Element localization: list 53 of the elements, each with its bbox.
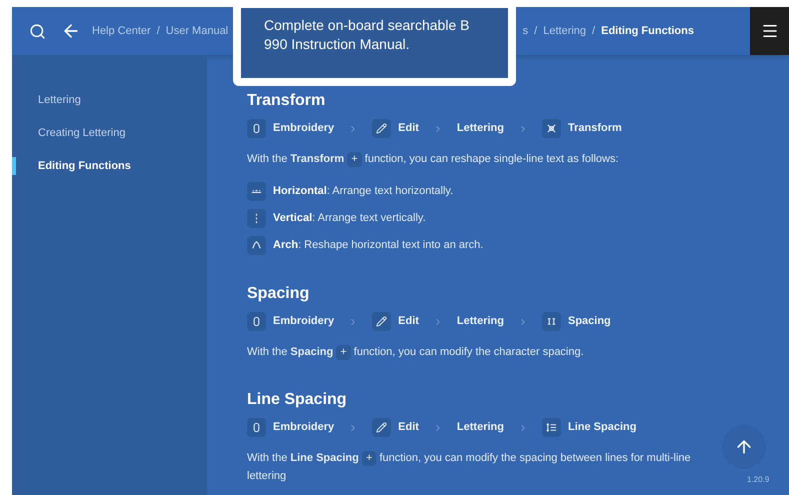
pencil-icon: [372, 312, 392, 331]
breadcrumb-link[interactable]: Help Center: [92, 22, 151, 40]
path-step: Embroidery: [273, 419, 334, 436]
paragraph-text: With the Spacing + function, you can modify the character spacing.: [247, 344, 585, 361]
version-text: 1.20.9: [747, 474, 770, 486]
path-step: Lettering: [456, 419, 504, 436]
line-spacing-icon: [542, 418, 561, 437]
section-heading: Spacing: [247, 284, 310, 304]
sidebar-item[interactable]: Creating Lettering: [12, 124, 207, 142]
breadcrumb-separator: /: [592, 24, 596, 39]
spacing-icon: [542, 312, 561, 331]
pencil-icon: [372, 418, 392, 437]
paragraph-text: With the Line Spacing + function, you can modify the spacing between lines for multi-line lettering: [247, 450, 692, 484]
breadcrumb-separator: /: [534, 24, 538, 39]
option-text: Arch: Reshape horizontal text into an arch.: [273, 238, 484, 254]
plus-icon: +: [362, 451, 376, 466]
hoop-icon: [247, 418, 266, 437]
sidebar-item[interactable]: Lettering: [12, 91, 207, 109]
path-step: Embroidery: [273, 120, 334, 137]
transform-icon: [542, 119, 561, 138]
path-step: Edit: [398, 120, 419, 137]
search-icon: [28, 22, 46, 40]
menu-icon: [760, 22, 778, 40]
plus-icon: +: [347, 152, 362, 167]
path-step: Spacing: [568, 313, 611, 330]
paragraph-text: With the Transform + function, you can reshape single-line text as follows:: [247, 151, 620, 168]
breadcrumb-link[interactable]: User Manual: [166, 22, 228, 40]
breadcrumb-link[interactable]: Lettering: [543, 22, 586, 40]
pencil-icon: [372, 119, 392, 138]
breadcrumb-separator: /: [156, 24, 160, 39]
hoop-icon: [247, 119, 266, 138]
option-text: Horizontal: Arrange text horizontally.: [273, 184, 454, 200]
horizontal-text-icon: [247, 182, 266, 201]
path-step: Lettering: [456, 313, 504, 330]
vertical-text-icon: [247, 209, 266, 228]
menu-button[interactable]: [750, 7, 789, 55]
hoop-icon: [247, 312, 266, 331]
section-heading: Transform: [247, 91, 326, 111]
section-heading: Line Spacing: [247, 390, 348, 410]
path-step: Embroidery: [273, 313, 334, 330]
path-step: Edit: [398, 419, 419, 436]
breadcrumb-link[interactable]: Editing Functions: [601, 22, 694, 40]
path-step: Edit: [398, 313, 419, 330]
plus-icon: +: [336, 345, 351, 360]
path-step: Line Spacing: [568, 419, 636, 436]
option-text: Vertical: Arrange text vertically.: [273, 211, 426, 226]
path-step: Transform: [568, 120, 622, 137]
breadcrumb-link[interactable]: s: [522, 22, 528, 40]
arch-text-icon: [247, 236, 266, 255]
path-step: Lettering: [456, 120, 504, 137]
scroll-top-button[interactable]: [722, 425, 766, 469]
tooltip-text: Complete on-board searchable B 990 Instruction Manual.: [264, 16, 470, 54]
sidebar-item[interactable]: Editing Functions: [12, 157, 207, 175]
